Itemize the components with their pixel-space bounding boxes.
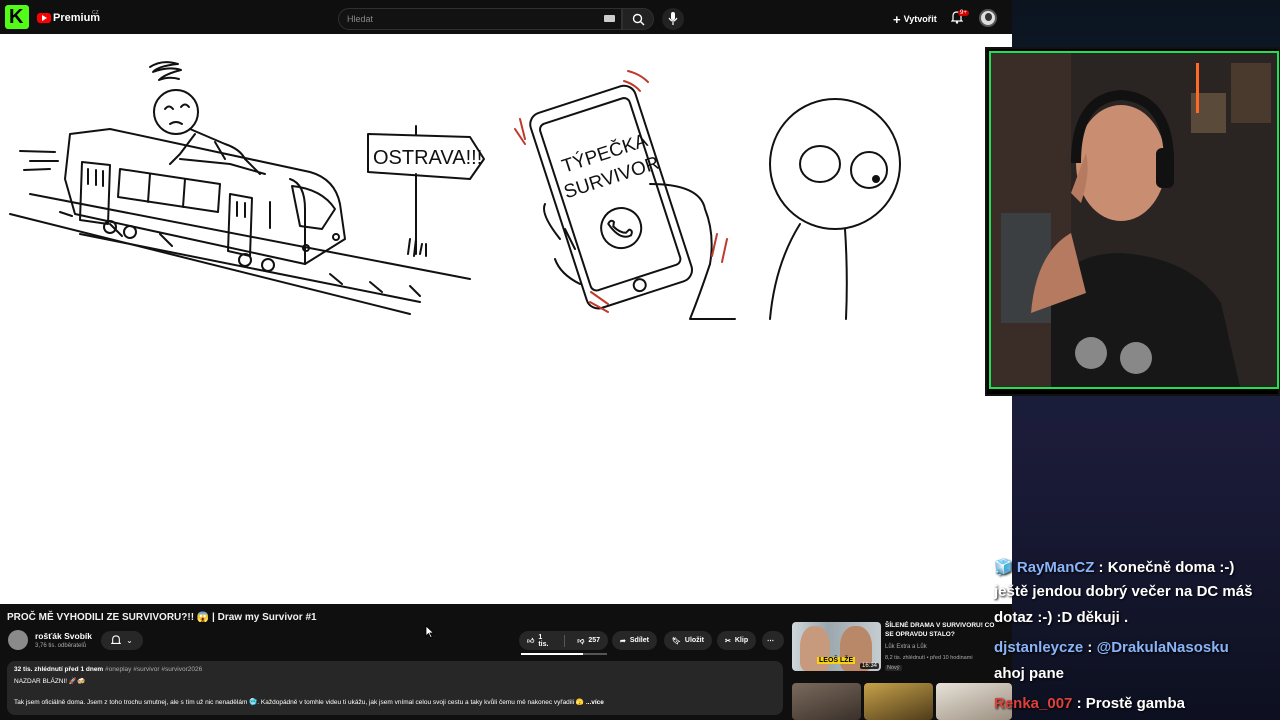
chat-text: ahoj pane [994, 665, 1065, 682]
chat-text: Konečně doma :-) [1107, 559, 1235, 576]
search-input[interactable]: Hledat [347, 14, 373, 24]
masthead: K Premium CZ Hledat + Vytvořit 9+ [0, 0, 1012, 34]
description-line: Tak jsem oficiálně doma. Jsem z toho tro… [14, 699, 585, 706]
recommended-title[interactable]: ŠÍLENÉ DRAMA V SURVIVORU! CO SE OPRAVDU … [885, 621, 995, 639]
description-line: NAZDAR BLÁZNI! 🚀🍻 [14, 678, 86, 685]
search-button[interactable] [622, 8, 654, 30]
share-button[interactable]: ➦ Sdílet [612, 631, 657, 650]
save-label: Uložit [684, 637, 704, 644]
chat-text: Prostě gamba [1085, 695, 1185, 712]
account-avatar[interactable] [979, 9, 997, 27]
like-button[interactable]: 👍︎ 1 tis. [519, 631, 560, 650]
subscriber-count: 3,76 tis. odběratelů [35, 643, 87, 649]
thumbs-up-icon: 👍︎ [527, 638, 535, 645]
sign-text: OSTRAVA!!! [373, 147, 482, 169]
chat-badge-icon: 🧊 [994, 559, 1013, 576]
chat-username[interactable]: djstanleycze [994, 639, 1083, 656]
recommended-thumbnail[interactable]: LEOŠ LŽE 16:34 [792, 622, 881, 671]
recommended-thumbnail[interactable] [864, 683, 933, 720]
video-title: PROČ MĚ VYHODILI ZE SURVIVORU?!! 😱 | Dra… [7, 612, 317, 623]
like-ratio-bar [521, 653, 607, 655]
region-label: CZ [92, 10, 99, 16]
search-box[interactable]: Hledat [338, 8, 622, 30]
watch-metadata: PROČ MĚ VYHODILI ZE SURVIVORU?!! 😱 | Dra… [0, 604, 1012, 720]
youtube-window: K Premium CZ Hledat + Vytvořit 9+ OSTRAV… [0, 0, 1012, 720]
kick-logo[interactable]: K [5, 5, 29, 29]
chat-text: @DrakulaNasosku [1096, 639, 1229, 656]
new-badge: Nový [885, 665, 902, 671]
recommended-channel[interactable]: Lůk Extra a Lůk [885, 644, 927, 650]
chat-username[interactable]: RayManCZ [1017, 559, 1095, 576]
keyboard-icon[interactable] [604, 15, 615, 22]
webcam-feed [989, 51, 1279, 389]
notification-badge: 9+ [958, 10, 969, 16]
chat-message: Renka_007 : Prostě gamba [994, 695, 1185, 712]
more-actions-button[interactable]: ⋯ [762, 631, 784, 650]
microphone-icon [668, 12, 678, 25]
more-icon: ⋯ [767, 637, 774, 645]
scissors-icon: ✂ [725, 637, 731, 645]
description-meta: 32 tis. zhlédnutí před 1 dnem #oneplay #… [14, 666, 202, 673]
video-duration: 16:34 [859, 663, 879, 669]
recommended-thumbnail[interactable] [792, 683, 861, 720]
bell-icon [111, 635, 122, 644]
bookmark-icon: 🔖︎ [672, 637, 681, 645]
chat-text: dotaz :-) :D děkuji . [994, 609, 1129, 626]
share-label: Sdílet [629, 637, 649, 644]
save-button[interactable]: 🔖︎ Uložit [664, 631, 712, 650]
channel-avatar[interactable] [8, 630, 28, 650]
mouse-cursor-icon [425, 625, 434, 638]
chat-text: ještě jendou dobrý večer na DC máš [994, 583, 1253, 600]
youtube-logo-icon[interactable] [37, 13, 51, 23]
like-count: 1 tis. [538, 633, 549, 648]
voice-search-button[interactable] [662, 8, 684, 30]
clip-button[interactable]: ✂ Klip [717, 631, 757, 650]
thumbs-down-icon: 👎︎ [577, 638, 585, 645]
share-icon: ➦ [620, 637, 626, 645]
chat-username[interactable]: Renka_007 [994, 695, 1072, 712]
hashtags[interactable]: #oneplay #survivor #survivor2026 [105, 666, 202, 673]
description-text: Tak jsem oficiálně doma. Jsem z toho tro… [14, 698, 604, 706]
thumbnail-label: LEOŠ LŽE [817, 657, 856, 664]
video-drawing: OSTRAVA!!! TÝPEČKA SURVIVOR [9, 61, 901, 320]
webcam-image [991, 53, 1277, 387]
show-more-link[interactable]: ...více [586, 699, 604, 706]
chat-message: 🧊 RayManCZ : Konečně doma :-) [994, 559, 1235, 576]
like-dislike-group: 👍︎ 1 tis. 👎︎ 257 [519, 631, 608, 650]
create-button[interactable]: + Vytvořit [893, 11, 937, 27]
chat-overlay: 🧊 RayManCZ : Konečně doma :-) ještě jend… [992, 556, 1280, 720]
subscribed-button[interactable]: ⌄ [101, 631, 143, 650]
recommended-views: 8,2 tis. zhlédnutí • před 10 hodinami [885, 655, 973, 661]
chat-message: djstanleycze : @DrakulaNasosku [994, 639, 1229, 656]
create-label: Vytvořit [903, 14, 937, 24]
dislike-button[interactable]: 👎︎ 257 [569, 631, 608, 650]
channel-name[interactable]: rošťák Svobík [35, 631, 92, 641]
clip-label: Klip [734, 637, 749, 644]
plus-icon: + [893, 11, 901, 27]
chevron-down-icon: ⌄ [126, 636, 133, 645]
views-date: 32 tis. zhlédnutí před 1 dnem [14, 666, 104, 673]
dislike-count: 257 [588, 637, 600, 644]
video-player[interactable]: OSTRAVA!!! TÝPEČKA SURVIVOR [0, 34, 1012, 604]
divider [564, 634, 566, 647]
search-icon [632, 13, 645, 26]
description-box[interactable]: 32 tis. zhlédnutí před 1 dnem #oneplay #… [7, 661, 783, 715]
